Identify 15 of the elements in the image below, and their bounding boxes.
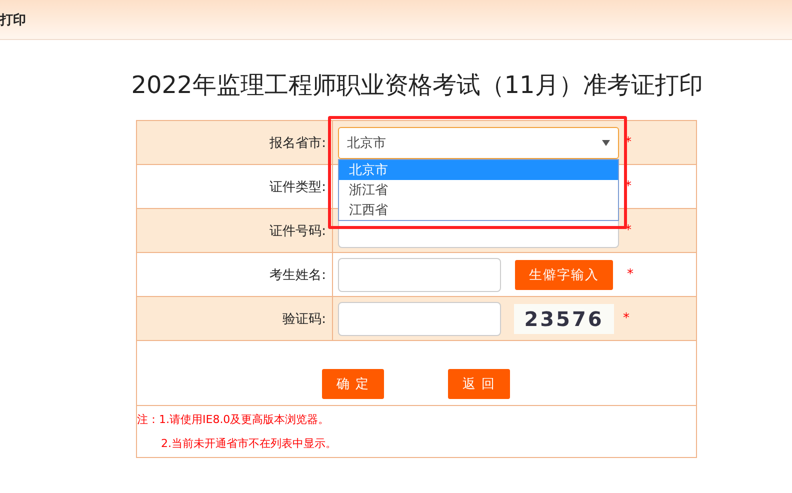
field-label: 报名省市: (137, 121, 333, 164)
dropdown-arrow-icon (602, 140, 610, 146)
input-field[interactable] (338, 258, 501, 292)
page-title: 2022年监理工程师职业资格考试（11月）准考证打印 (130, 70, 704, 101)
required-mark: * (623, 311, 630, 326)
field-label: 验证码: (137, 297, 333, 340)
field-label: 证件号码: (137, 209, 333, 252)
captcha-code[interactable]: 23576 (514, 304, 614, 334)
required-mark: * (627, 267, 634, 282)
input-field[interactable] (338, 302, 501, 336)
note-text: 注：1.请使用IE8.0及更高版本浏览器。 (137, 412, 330, 427)
field-label: 证件类型: (137, 165, 333, 208)
note-text: 2.当前未开通省市不在列表中显示。 (160, 436, 338, 451)
field-label: 考生姓名: (137, 253, 333, 296)
province-select[interactable]: 北京市 (338, 126, 619, 158)
